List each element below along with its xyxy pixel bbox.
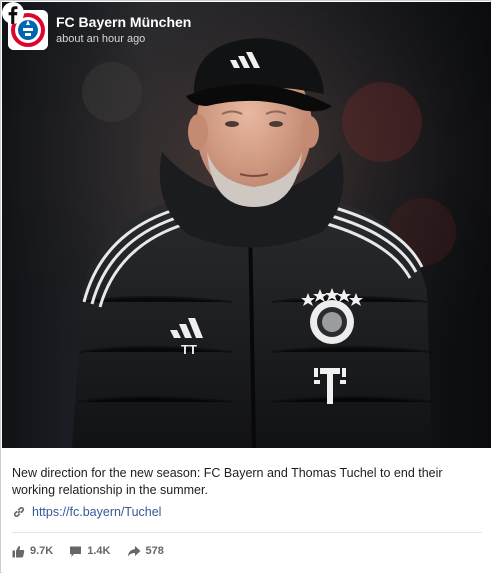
post-link[interactable]: https://fc.bayern/Tuchel bbox=[12, 504, 161, 520]
share-stat[interactable]: 578 bbox=[127, 545, 164, 558]
share-icon bbox=[127, 545, 140, 556]
divider bbox=[12, 532, 482, 533]
jacket-initials: TT bbox=[181, 342, 197, 357]
share-count: 578 bbox=[145, 545, 164, 557]
like-count: 9.7K bbox=[30, 545, 54, 557]
like-stat[interactable]: 9.7K bbox=[12, 545, 53, 558]
facebook-icon[interactable] bbox=[2, 2, 24, 24]
facebook-post-card: TT FC Bayern München about an hour ago N… bbox=[0, 0, 491, 573]
post-timestamp[interactable]: about an hour ago bbox=[56, 33, 145, 45]
page-name[interactable]: FC Bayern München bbox=[56, 14, 191, 30]
post-link-url[interactable]: https://fc.bayern/Tuchel bbox=[32, 505, 161, 519]
post-text: New direction for the new season: FC Bay… bbox=[12, 466, 443, 497]
link-icon bbox=[13, 506, 25, 518]
post-body: New direction for the new season: FC Bay… bbox=[2, 448, 491, 573]
post-header: FC Bayern München about an hour ago bbox=[8, 8, 308, 50]
comment-icon bbox=[70, 546, 82, 557]
comment-stat[interactable]: 1.4K bbox=[69, 545, 111, 558]
post-photo[interactable]: TT FC Bayern München about an hour ago bbox=[2, 2, 491, 448]
engagement-stats: 9.7K 1.4K 578 bbox=[12, 542, 164, 560]
like-icon bbox=[12, 545, 25, 557]
comment-count: 1.4K bbox=[87, 545, 111, 557]
coach-photo-illustration: TT bbox=[2, 2, 491, 448]
